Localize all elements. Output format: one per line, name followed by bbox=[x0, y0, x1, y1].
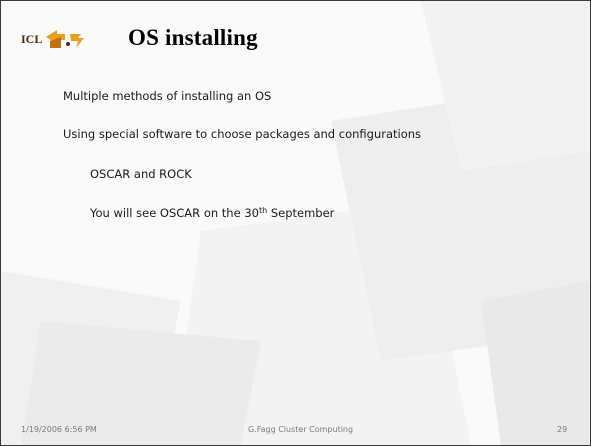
bullet-text-before: You will see OSCAR on the 30 bbox=[90, 206, 259, 220]
icl-logo-icon: ICL bbox=[21, 30, 84, 48]
bullet-item: Using special software to choose package… bbox=[63, 127, 422, 141]
ordinal-suffix: th bbox=[258, 206, 268, 215]
footer-date: 1/19/2006 6:56 PM bbox=[21, 425, 97, 434]
slide: ICL OS installing Multiple methods of in… bbox=[0, 0, 591, 446]
sub-bullet-item: You will see OSCAR on the 30th September bbox=[90, 206, 334, 220]
slide-number: 29 bbox=[557, 425, 568, 434]
bullet-item: Multiple methods of installing an OS bbox=[63, 89, 272, 103]
sub-bullet-item: OSCAR and ROCK bbox=[90, 167, 192, 181]
background-watermark-shapes bbox=[1, 1, 590, 445]
footer-center-text: G.Fagg Cluster Computing bbox=[248, 425, 354, 434]
bullet-text-after: September bbox=[267, 206, 335, 220]
slide-title: OS installing bbox=[128, 25, 258, 50]
svg-text:ICL: ICL bbox=[21, 32, 42, 46]
